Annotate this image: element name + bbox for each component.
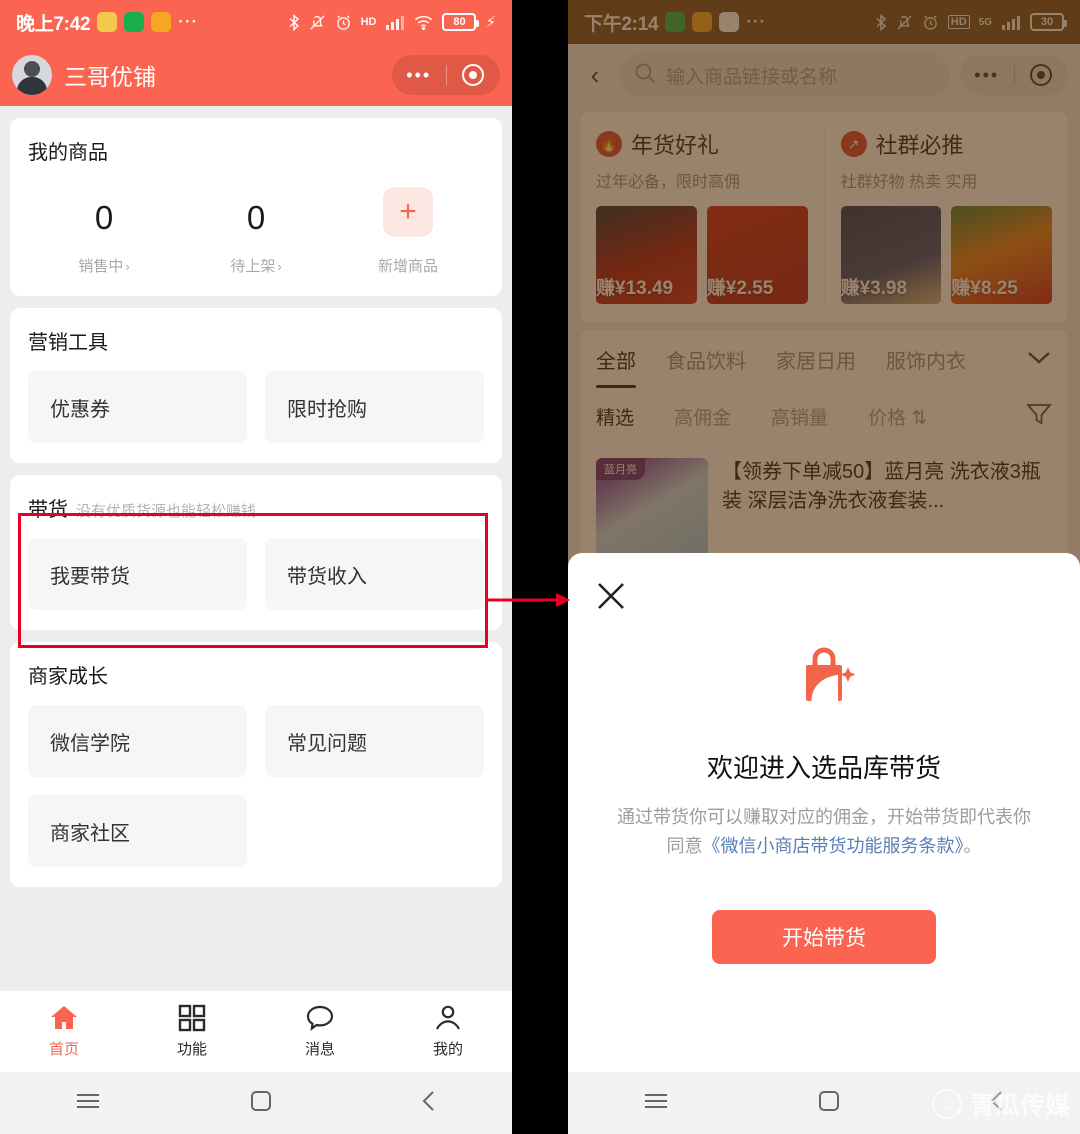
tile-faq[interactable]: 常见问题 [265,705,484,777]
close-icon[interactable] [594,579,628,613]
tile-i-want-daihuo[interactable]: 我要带货 [28,538,247,610]
bluetooth-icon [288,13,300,31]
android-recents-icon[interactable] [642,1091,670,1116]
avatar[interactable] [12,55,52,95]
shopping-bag-sparkle-icon [568,639,1080,720]
capsule-close-icon[interactable] [447,64,501,86]
left-status-bar: 晚上7:42 ··· HD 80 ⚡ [0,0,512,44]
plus-icon[interactable]: + [383,187,433,237]
merchant-growth-card: 商家成长 微信学院 常见问题 商家社区 [10,642,502,887]
left-android-navbar [0,1072,512,1134]
stat-on-sale-value: 0 [94,199,114,236]
grid-icon [178,1004,206,1032]
tile-coupon[interactable]: 优惠券 [28,371,247,443]
signal-icon [385,14,405,30]
selection-library-page: 下午2:14 ··· HD [568,0,1080,1134]
android-home-icon[interactable] [818,1090,840,1117]
tab-messages-label: 消息 [304,1041,335,1058]
my-products-title: 我的商品 [28,142,108,164]
marketing-tiles: 优惠券 限时抢购 [28,371,484,443]
tab-functions[interactable]: 功能 [128,991,256,1072]
add-product-action[interactable]: + 新增商品 [332,187,484,276]
tab-home-label: 首页 [48,1041,79,1058]
start-daihuo-button[interactable]: 开始带货 [712,910,936,964]
android-home-icon[interactable] [250,1090,272,1117]
daihuo-tiles: 我要带货 带货收入 [28,538,484,610]
android-recents-icon[interactable] [74,1091,102,1116]
hd-icon: HD [360,16,377,28]
tab-mine[interactable]: 我的 [384,991,512,1072]
sheet-description: 通过带货你可以赚取对应的佣金，开始带货即代表你同意《微信小商店带货功能服务条款》… [614,803,1034,861]
watermark: ☺ 青瓜传媒 [931,1086,1070,1122]
bottom-tabbar: 首页 功能 消息 我的 [0,990,512,1072]
miniprogram-capsule[interactable]: ••• [392,55,500,95]
stat-on-sale-label: 销售中 › [78,258,130,275]
tile-daihuo-income[interactable]: 带货收入 [265,538,484,610]
wifi-icon [414,15,433,30]
daihuo-title: 带货 没有优质货源也能轻松赚钱 [28,499,257,521]
watermark-logo-icon: ☺ [931,1089,962,1119]
status-more-icon: ··· [178,12,199,31]
status-app-icon-2 [124,12,145,32]
status-app-icon-1 [97,12,118,32]
status-time: 晚上7:42 [16,13,91,35]
chat-icon [305,1004,335,1032]
tab-functions-label: 功能 [176,1041,207,1058]
tile-merchant-community[interactable]: 商家社区 [28,795,247,867]
tile-wechat-academy[interactable]: 微信学院 [28,705,247,777]
tab-messages[interactable]: 消息 [256,991,384,1072]
terms-link[interactable]: 《微信小商店带货功能服务条款》 [703,836,964,856]
home-icon [49,1004,79,1032]
sheet-desc-tail: 。 [963,835,982,856]
tab-mine-label: 我的 [432,1041,463,1058]
my-products-stats: 0 销售中 › 0 待上架 › + 新增商品 [28,187,484,276]
add-product-label: 新增商品 [377,258,438,275]
watermark-text: 青瓜传媒 [969,1092,1070,1120]
merchant-growth-title: 商家成长 [28,666,108,688]
left-content: 我的商品 0 销售中 › 0 待上架 › + 新增商品 营销工具 优惠券 限时抢… [0,118,512,887]
merchant-growth-tiles: 微信学院 常见问题 商家社区 [28,705,484,867]
stat-pending-value: 0 [246,199,266,236]
capsule-more-icon[interactable]: ••• [392,66,446,85]
person-icon [434,1004,462,1032]
welcome-bottom-sheet: 欢迎进入选品库带货 通过带货你可以赚取对应的佣金，开始带货即代表你同意《微信小商… [568,553,1080,1072]
right-phone-panel: 下午2:14 ··· HD [568,0,1080,1134]
alarm-icon [335,14,352,31]
stat-pending[interactable]: 0 待上架 › [180,199,332,276]
daihuo-card: 带货 没有优质货源也能轻松赚钱 我要带货 带货收入 [10,475,502,630]
marketing-tools-title: 营销工具 [28,332,108,354]
mute-icon [309,14,326,31]
marketing-tools-card: 营销工具 优惠券 限时抢购 [10,308,502,463]
my-products-card: 我的商品 0 销售中 › 0 待上架 › + 新增商品 [10,118,502,296]
tab-home[interactable]: 首页 [0,991,128,1072]
tile-flash-sale[interactable]: 限时抢购 [265,371,484,443]
daihuo-subtitle: 没有优质货源也能轻松赚钱 [76,503,257,520]
screenshot-root: 晚上7:42 ··· HD 80 ⚡ 三哥优铺 ••• 我的商品 0 销售中 ›… [0,0,1080,1134]
sheet-title: 欢迎进入选品库带货 [706,753,941,783]
shop-header: 三哥优铺 ••• [0,44,512,106]
status-app-icon-3 [151,12,172,32]
shop-name: 三哥优铺 [64,64,156,90]
stat-on-sale[interactable]: 0 销售中 › [28,199,180,276]
battery-badge: 80 [442,13,480,31]
left-phone-panel: 晚上7:42 ··· HD 80 ⚡ 三哥优铺 ••• 我的商品 0 销售中 ›… [0,0,512,1134]
charging-icon: ⚡ [485,14,496,31]
stat-pending-label: 待上架 › [230,258,282,275]
android-back-icon[interactable] [420,1089,438,1118]
